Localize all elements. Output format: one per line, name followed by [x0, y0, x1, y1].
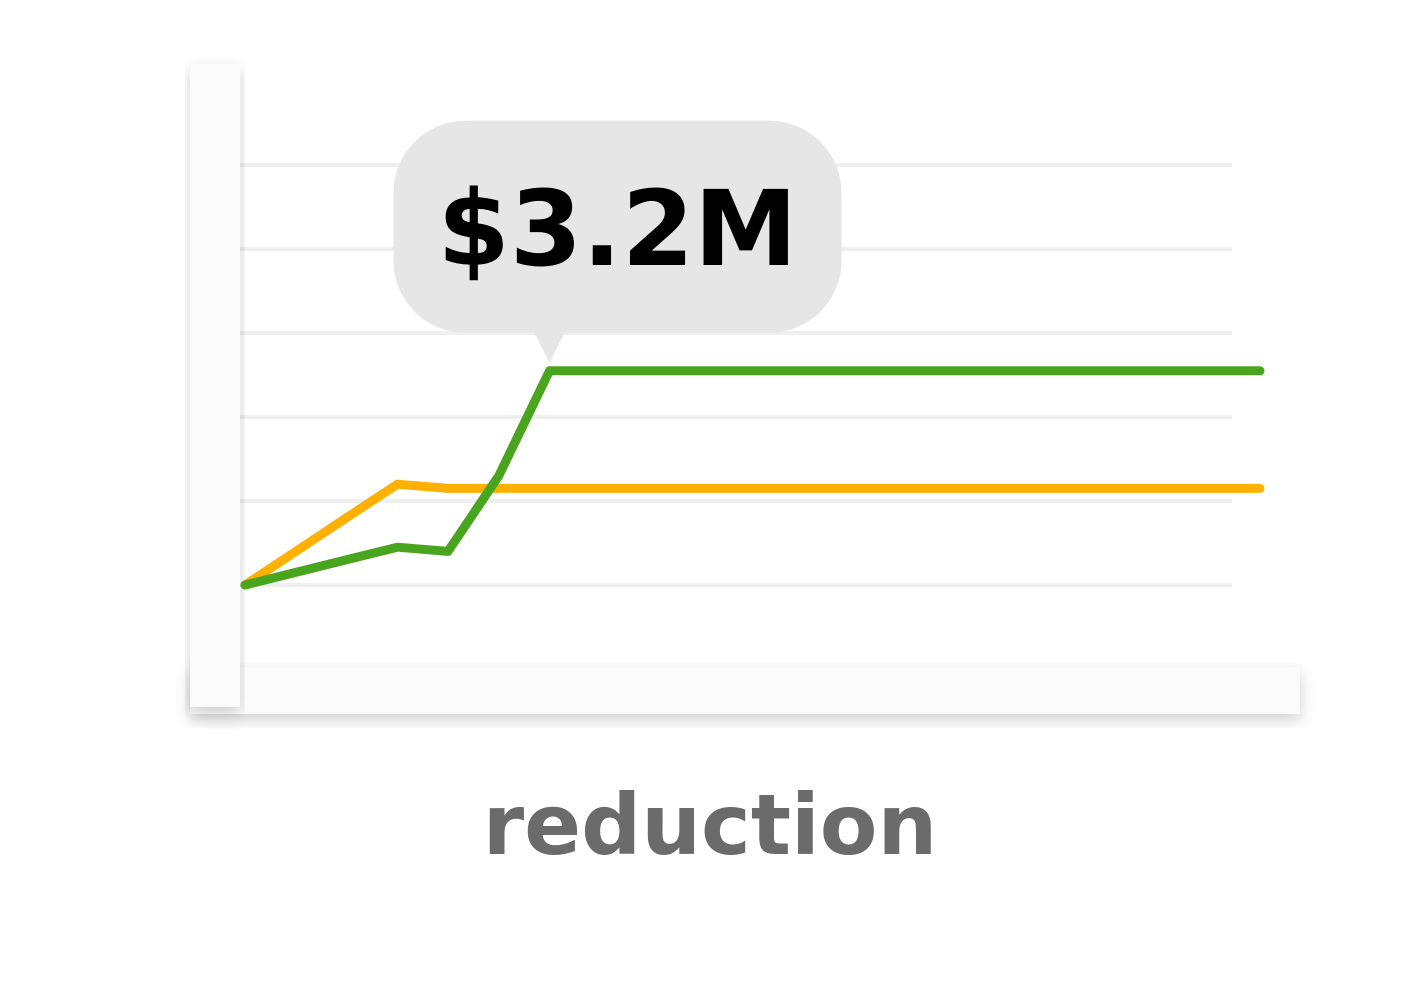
series-layer	[240, 366, 1265, 590]
x-axis-label: reduction	[482, 776, 938, 874]
annotation-layer: $3.2M	[393, 120, 842, 363]
series-line-2	[240, 366, 1265, 590]
x-axis-bar	[190, 667, 1300, 714]
y-axis-bar	[190, 64, 240, 707]
annotation-pointer	[533, 330, 566, 363]
annotation-label: $3.2M	[437, 168, 797, 290]
